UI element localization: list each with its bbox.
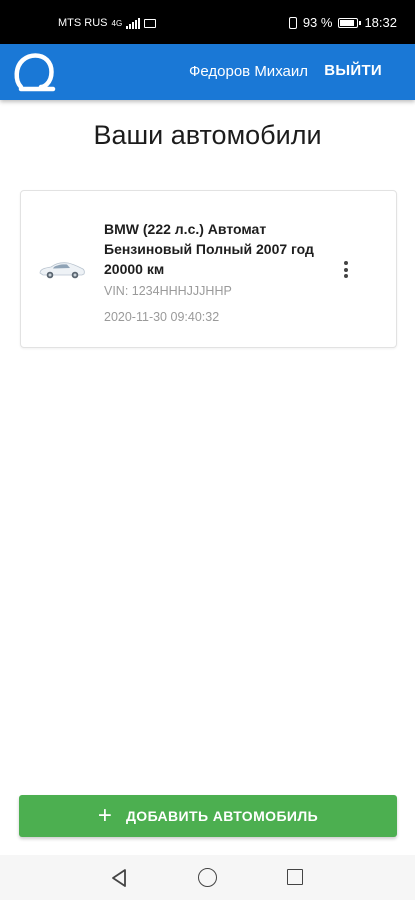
cast-icon xyxy=(144,18,157,28)
battery-icon xyxy=(338,17,362,28)
car-date: 2020-11-30 09:40:32 xyxy=(104,310,220,324)
signal-icon xyxy=(126,17,141,29)
page-title: Ваши автомобили xyxy=(93,120,322,150)
car-icon xyxy=(39,262,85,279)
status-right: 93 % 18:32 xyxy=(288,15,397,30)
car-vin: VIN: 1234HHHJJJHHP xyxy=(104,284,232,298)
car-title: BMW (222 л.с.) Автомат Бензиновый Полный… xyxy=(104,221,314,277)
recent-square-icon[interactable] xyxy=(287,869,303,885)
back-triangle-icon[interactable] xyxy=(110,868,128,888)
add-car-button[interactable]: + ДОБАВИТЬ АВТОМОБИЛЬ xyxy=(19,795,397,837)
vibrate-icon xyxy=(288,16,297,29)
clock: 18:32 xyxy=(364,15,397,30)
car-info: BMW (222 л.с.) Автомат Бензиновый Полный… xyxy=(104,219,334,325)
user-name[interactable]: Федоров Михаил xyxy=(189,63,308,80)
system-nav-bar xyxy=(0,855,415,900)
network-label: 4G xyxy=(111,18,123,28)
battery-percent: 93 % xyxy=(302,15,333,30)
app-logo-icon[interactable] xyxy=(13,51,57,95)
more-vert-icon[interactable] xyxy=(342,261,350,281)
logout-button[interactable]: ВЫЙТИ xyxy=(324,62,382,79)
status-left: MTS RUS 4G xyxy=(58,17,157,29)
home-circle-icon[interactable] xyxy=(198,868,217,887)
add-car-label: ДОБАВИТЬ АВТОМОБИЛЬ xyxy=(125,808,319,824)
car-card[interactable]: BMW (222 л.с.) Автомат Бензиновый Полный… xyxy=(20,190,397,348)
carrier-label: MTS RUS xyxy=(58,17,108,29)
plus-icon: + xyxy=(97,802,112,829)
status-bar: MTS RUS 4G 93 % 18:32 xyxy=(0,0,415,44)
app-bar: Федоров Михаил ВЫЙТИ xyxy=(0,44,415,100)
